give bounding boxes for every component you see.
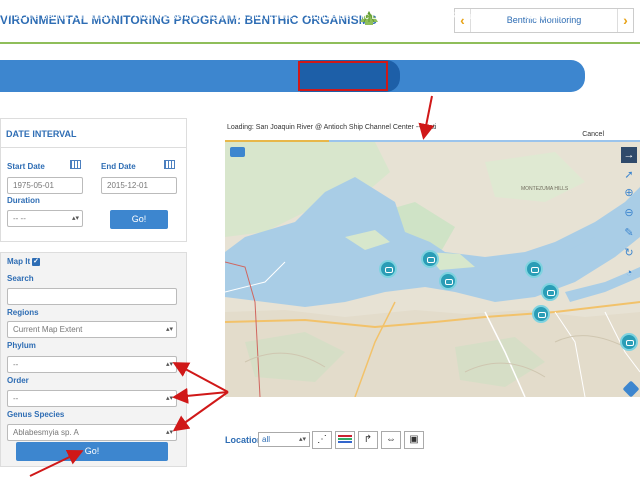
- duration-label: Duration: [7, 196, 40, 205]
- map-basemap: [225, 142, 640, 397]
- measure-icon[interactable]: ✎: [621, 225, 637, 241]
- order-select[interactable]: -- ▴▾: [7, 390, 177, 407]
- genus-species-select[interactable]: Ablabesmyia sp. A ▴▾: [7, 424, 177, 441]
- select-arrows-icon: ▴▾: [298, 436, 306, 443]
- select-arrows-icon: ▴▾: [165, 326, 173, 333]
- cancel-button[interactable]: Cancel: [582, 131, 604, 138]
- start-date-input[interactable]: 1975-05-01: [7, 177, 83, 194]
- share-arrow-icon[interactable]: ↱: [358, 431, 378, 449]
- filter-go-button[interactable]: Go!: [16, 442, 168, 461]
- station-marker[interactable]: [379, 260, 397, 278]
- order-value: --: [13, 394, 19, 403]
- genus-species-label: Genus Species: [7, 410, 65, 419]
- map-loading-text: Loading: San Joaquin River @ Antioch Shi…: [227, 124, 437, 131]
- map-toolbar: → ➚ ⊕ ⊖ ✎ ↻ ◔: [618, 147, 640, 287]
- header-divider: [0, 42, 640, 44]
- checkbox-checked-icon[interactable]: ✓: [32, 257, 41, 266]
- phylum-select[interactable]: -- ▴▾: [7, 356, 177, 373]
- nav-what-are-benthic[interactable]: What Are Benthic Organisms?: [2, 0, 123, 32]
- map-view[interactable]: MONTEZUMA HILLS → ➚ ⊕ ⊖ ✎ ↻ ◔: [225, 142, 640, 397]
- calendar-icon[interactable]: [70, 160, 81, 169]
- save-icon[interactable]: ▣: [404, 431, 424, 449]
- active-tab-highlight: [298, 61, 388, 91]
- main-nav: [0, 60, 585, 92]
- map-status-bar: Loading: San Joaquin River @ Antioch Shi…: [225, 120, 640, 142]
- regions-select[interactable]: Current Map Extent ▴▾: [7, 321, 177, 338]
- app-root: VIRONMENTAL MONITORING PROGRAM: BENTHIC …: [0, 0, 640, 480]
- filter-panel: Map It ✓ Search Regions Current Map Exten…: [0, 252, 187, 467]
- station-marker[interactable]: [439, 272, 457, 290]
- search-label: Search: [7, 274, 34, 283]
- date-go-button[interactable]: Go!: [110, 210, 168, 229]
- genus-species-value: Ablabesmyia sp. A: [13, 428, 79, 437]
- date-interval-panel: DATE INTERVAL Start Date End Date 1975-0…: [0, 118, 187, 242]
- fit-width-icon[interactable]: ⇔: [381, 431, 401, 449]
- map-it-label: Map It: [7, 257, 31, 266]
- calendar-icon[interactable]: [164, 160, 175, 169]
- clock-icon[interactable]: ◔: [621, 265, 637, 281]
- nav-reporting[interactable]: Reporting Requirements: [409, 0, 507, 32]
- scatter-plot-icon[interactable]: ⋰: [312, 431, 332, 449]
- refresh-icon[interactable]: ↻: [621, 245, 637, 261]
- nav-how-monitored[interactable]: How Are Benthic Organisms Monitored?: [134, 0, 294, 32]
- zoom-out-icon[interactable]: ⊖: [621, 205, 637, 221]
- location-select[interactable]: all ▴▾: [258, 432, 310, 447]
- map-menu-icon[interactable]: [230, 147, 245, 157]
- start-date-label: Start Date: [7, 162, 45, 171]
- location-label: Location: [225, 435, 263, 445]
- regions-label: Regions: [7, 308, 39, 317]
- date-interval-title: DATE INTERVAL: [6, 129, 77, 139]
- select-arrows-icon: ▴▾: [165, 361, 173, 368]
- station-marker[interactable]: [421, 250, 439, 268]
- nav-metadata[interactable]: Metadata: [525, 0, 563, 32]
- chevron-right-icon[interactable]: ›: [617, 9, 633, 32]
- end-date-input[interactable]: 2015-12-01: [101, 177, 177, 194]
- map-it-toggle[interactable]: Map It ✓: [7, 257, 41, 266]
- pointer-icon[interactable]: ➚: [621, 167, 637, 183]
- regions-value: Current Map Extent: [13, 325, 83, 334]
- station-marker[interactable]: [620, 333, 638, 351]
- phylum-value: --: [13, 360, 19, 369]
- nav-explore-data[interactable]: Explore Benthic Data: [306, 0, 391, 32]
- duration-select[interactable]: -- -- ▴▾: [7, 210, 83, 227]
- zoom-in-icon[interactable]: ⊕: [621, 185, 637, 201]
- phylum-label: Phylum: [7, 341, 36, 350]
- search-input[interactable]: [7, 288, 177, 305]
- station-marker[interactable]: [525, 260, 543, 278]
- select-arrows-icon: ▴▾: [165, 395, 173, 402]
- arrow-right-icon[interactable]: →: [621, 147, 637, 163]
- station-marker[interactable]: [532, 305, 550, 323]
- end-date-label: End Date: [101, 162, 136, 171]
- place-label-montezuma-hills: MONTEZUMA HILLS: [521, 186, 569, 192]
- select-arrows-icon: ▴▾: [71, 215, 79, 222]
- line-chart-icon[interactable]: [335, 431, 355, 449]
- order-label: Order: [7, 376, 29, 385]
- duration-value: -- --: [13, 214, 26, 223]
- station-marker[interactable]: [541, 283, 559, 301]
- location-value: all: [262, 435, 271, 444]
- select-arrows-icon: ▴▾: [165, 429, 173, 436]
